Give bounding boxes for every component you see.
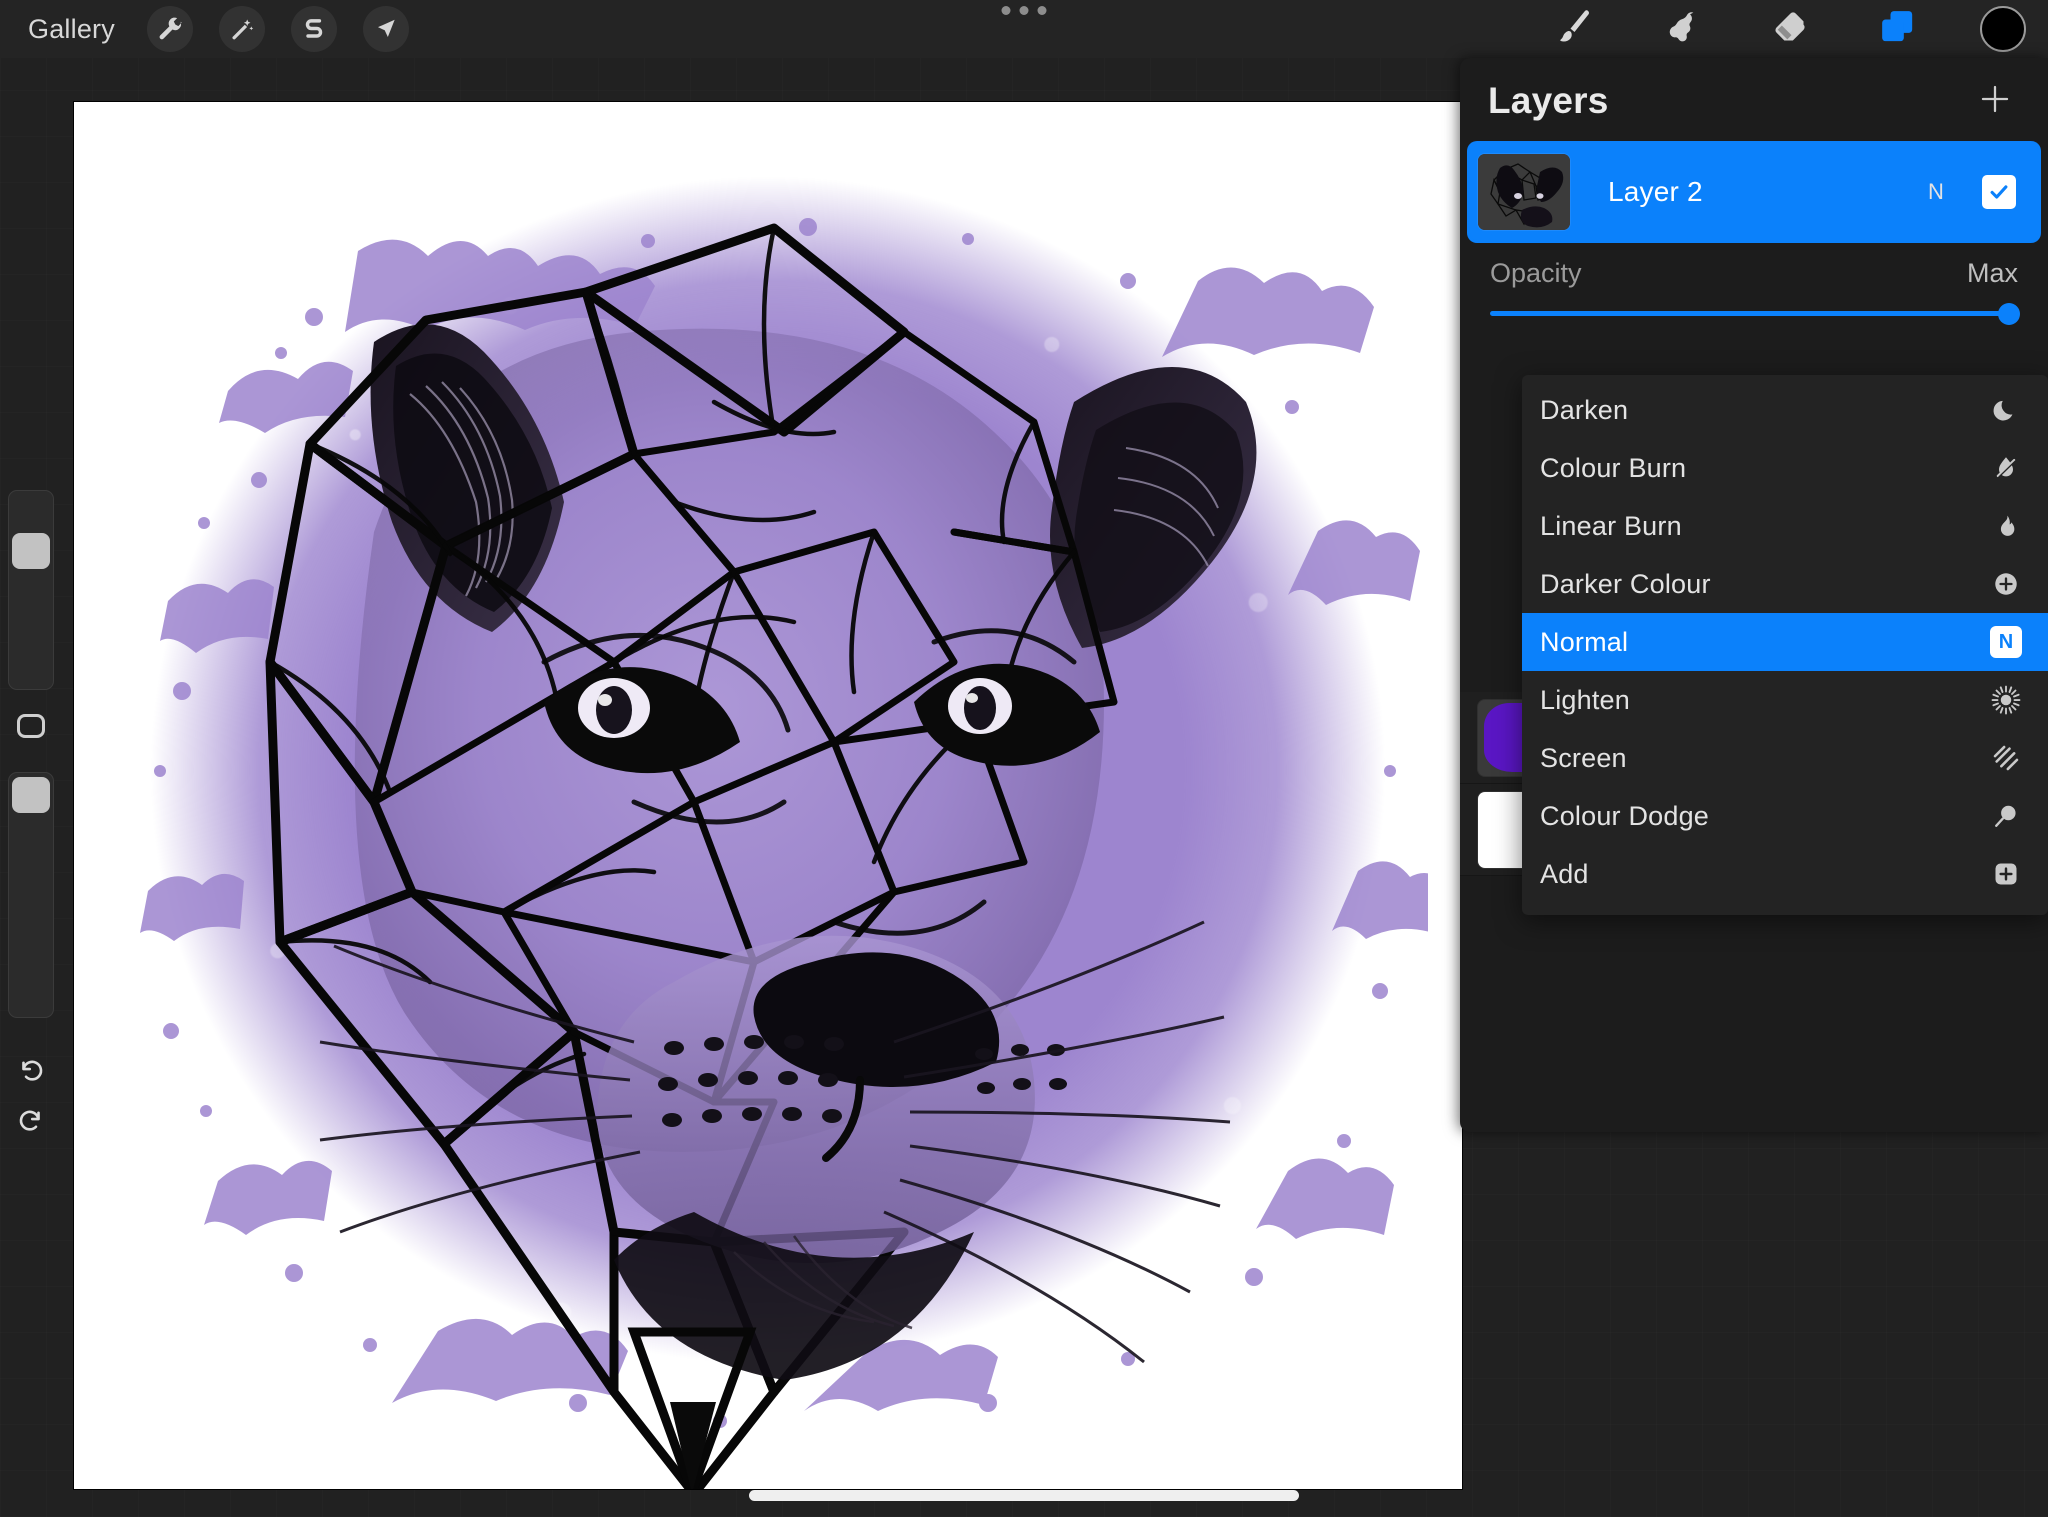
- plus-circle-icon: [1988, 566, 2024, 602]
- blend-mode-popover: Darken Colour Burn Linear Burn Darker Co…: [1522, 375, 2048, 915]
- opacity-slider-knob[interactable]: [1998, 302, 2020, 325]
- n-badge-icon: N: [1988, 624, 2024, 660]
- redo-icon: [16, 1104, 46, 1139]
- opacity-value: Max: [1966, 258, 2018, 288]
- magic-wand-icon: [229, 16, 255, 42]
- blend-mode-label: Normal: [1540, 626, 1629, 657]
- opacity-slider[interactable]: [1490, 302, 2020, 325]
- blend-mode-label: Colour Dodge: [1540, 800, 1710, 831]
- blend-mode-linear-burn[interactable]: Linear Burn: [1522, 497, 2048, 555]
- blend-mode-lighten[interactable]: Lighten: [1522, 671, 2048, 729]
- home-indicator: [749, 1490, 1299, 1501]
- opacity-label: Opacity: [1490, 258, 1582, 288]
- brush-size-knob[interactable]: [12, 533, 50, 569]
- opacity-labels: Opacity Max: [1490, 258, 2018, 289]
- plus-square-icon: [1988, 856, 2024, 892]
- wrench-icon: [157, 16, 183, 42]
- layer-thumbnail[interactable]: [1478, 154, 1570, 230]
- add-layer-button[interactable]: [1974, 80, 2016, 122]
- eraser-icon: [1770, 7, 1810, 52]
- blend-mode-colour-burn[interactable]: Colour Burn: [1522, 439, 2048, 497]
- dot-3: [1037, 6, 1047, 15]
- droplet-slash-icon: [1988, 450, 2024, 486]
- blend-mode-screen[interactable]: Screen: [1522, 729, 2048, 787]
- transform-arrow-icon: [373, 16, 399, 42]
- top-toolbar: Gallery: [0, 0, 2048, 58]
- blend-mode-add[interactable]: Add: [1522, 845, 2048, 903]
- paint-button[interactable]: [1548, 6, 1600, 52]
- blend-mode-label: Darker Colour: [1540, 568, 1711, 599]
- hatch-icon: [1988, 740, 2024, 776]
- colour-button[interactable]: [1980, 6, 2026, 52]
- paintbrush-icon: [1554, 7, 1594, 52]
- layers-button[interactable]: [1872, 6, 1924, 52]
- flame-icon: [1988, 508, 2024, 544]
- blend-mode-darker-colour[interactable]: Darker Colour: [1522, 555, 2048, 613]
- erase-button[interactable]: [1764, 6, 1816, 52]
- gallery-button[interactable]: Gallery: [22, 12, 121, 47]
- undo-icon: [16, 1054, 46, 1089]
- dot-1: [1001, 6, 1011, 15]
- opacity-control: Opacity Max: [1460, 240, 2048, 325]
- redo-button[interactable]: [10, 1100, 52, 1142]
- blend-mode-label: Screen: [1540, 742, 1627, 773]
- panel-divider: [1460, 322, 2048, 332]
- toolbar-right-group: [1548, 0, 2030, 58]
- blend-mode-colour-dodge[interactable]: Colour Dodge: [1522, 787, 2048, 845]
- blend-mode-label: Colour Burn: [1540, 452, 1687, 483]
- actions-button[interactable]: [146, 6, 193, 52]
- sunburst-icon: [1988, 682, 2024, 718]
- blend-mode-label: Lighten: [1540, 684, 1630, 715]
- moon-icon: [1988, 392, 2024, 428]
- selection-icon: [301, 16, 327, 42]
- layer-row-layer-2[interactable]: Layer 2 N: [1470, 144, 2038, 240]
- dot-2: [1019, 6, 1029, 15]
- left-sidebar: [0, 490, 62, 1230]
- overflow-menu-button[interactable]: [1001, 6, 1047, 15]
- layer-blend-mode[interactable]: N: [1904, 179, 1968, 205]
- layers-panel-header: Layers: [1460, 58, 2048, 144]
- layers-icon: [1878, 7, 1918, 52]
- layer-visibility-checkbox[interactable]: [1982, 175, 2016, 209]
- blend-mode-label: Linear Burn: [1540, 510, 1682, 541]
- layer-name: Layer 2: [1608, 176, 1703, 207]
- smudge-icon: [1662, 7, 1702, 52]
- smudge-button[interactable]: [1656, 6, 1708, 52]
- brush-size-slider[interactable]: [8, 490, 54, 690]
- plus-icon: [1978, 82, 2012, 121]
- adjustments-button[interactable]: [218, 6, 265, 52]
- cougar-lineart: [265, 223, 1257, 1489]
- artwork-canvas[interactable]: [74, 102, 1462, 1489]
- transform-button[interactable]: [362, 6, 409, 52]
- blend-mode-label: Add: [1540, 858, 1589, 889]
- procreate-app: Gallery Layers Layer 2 N Opacity Max Dar…: [0, 0, 2048, 1517]
- brush-opacity-slider[interactable]: [8, 772, 54, 1018]
- blend-mode-normal[interactable]: Normal N: [1522, 613, 2048, 671]
- toolbar-left-group: Gallery: [0, 6, 409, 52]
- selection-button[interactable]: [290, 6, 337, 52]
- modify-button[interactable]: [17, 714, 45, 738]
- magnifier-icon: [1988, 798, 2024, 834]
- artwork-image: [74, 102, 1462, 1489]
- brush-opacity-knob[interactable]: [12, 777, 50, 813]
- blend-mode-label: Darken: [1540, 394, 1629, 425]
- layers-panel: Layers Layer 2 N Opacity Max Darken Colo…: [1460, 58, 2048, 1132]
- undo-button[interactable]: [10, 1050, 52, 1092]
- layers-title: Layers: [1488, 80, 1609, 121]
- blend-mode-darken[interactable]: Darken: [1522, 381, 2048, 439]
